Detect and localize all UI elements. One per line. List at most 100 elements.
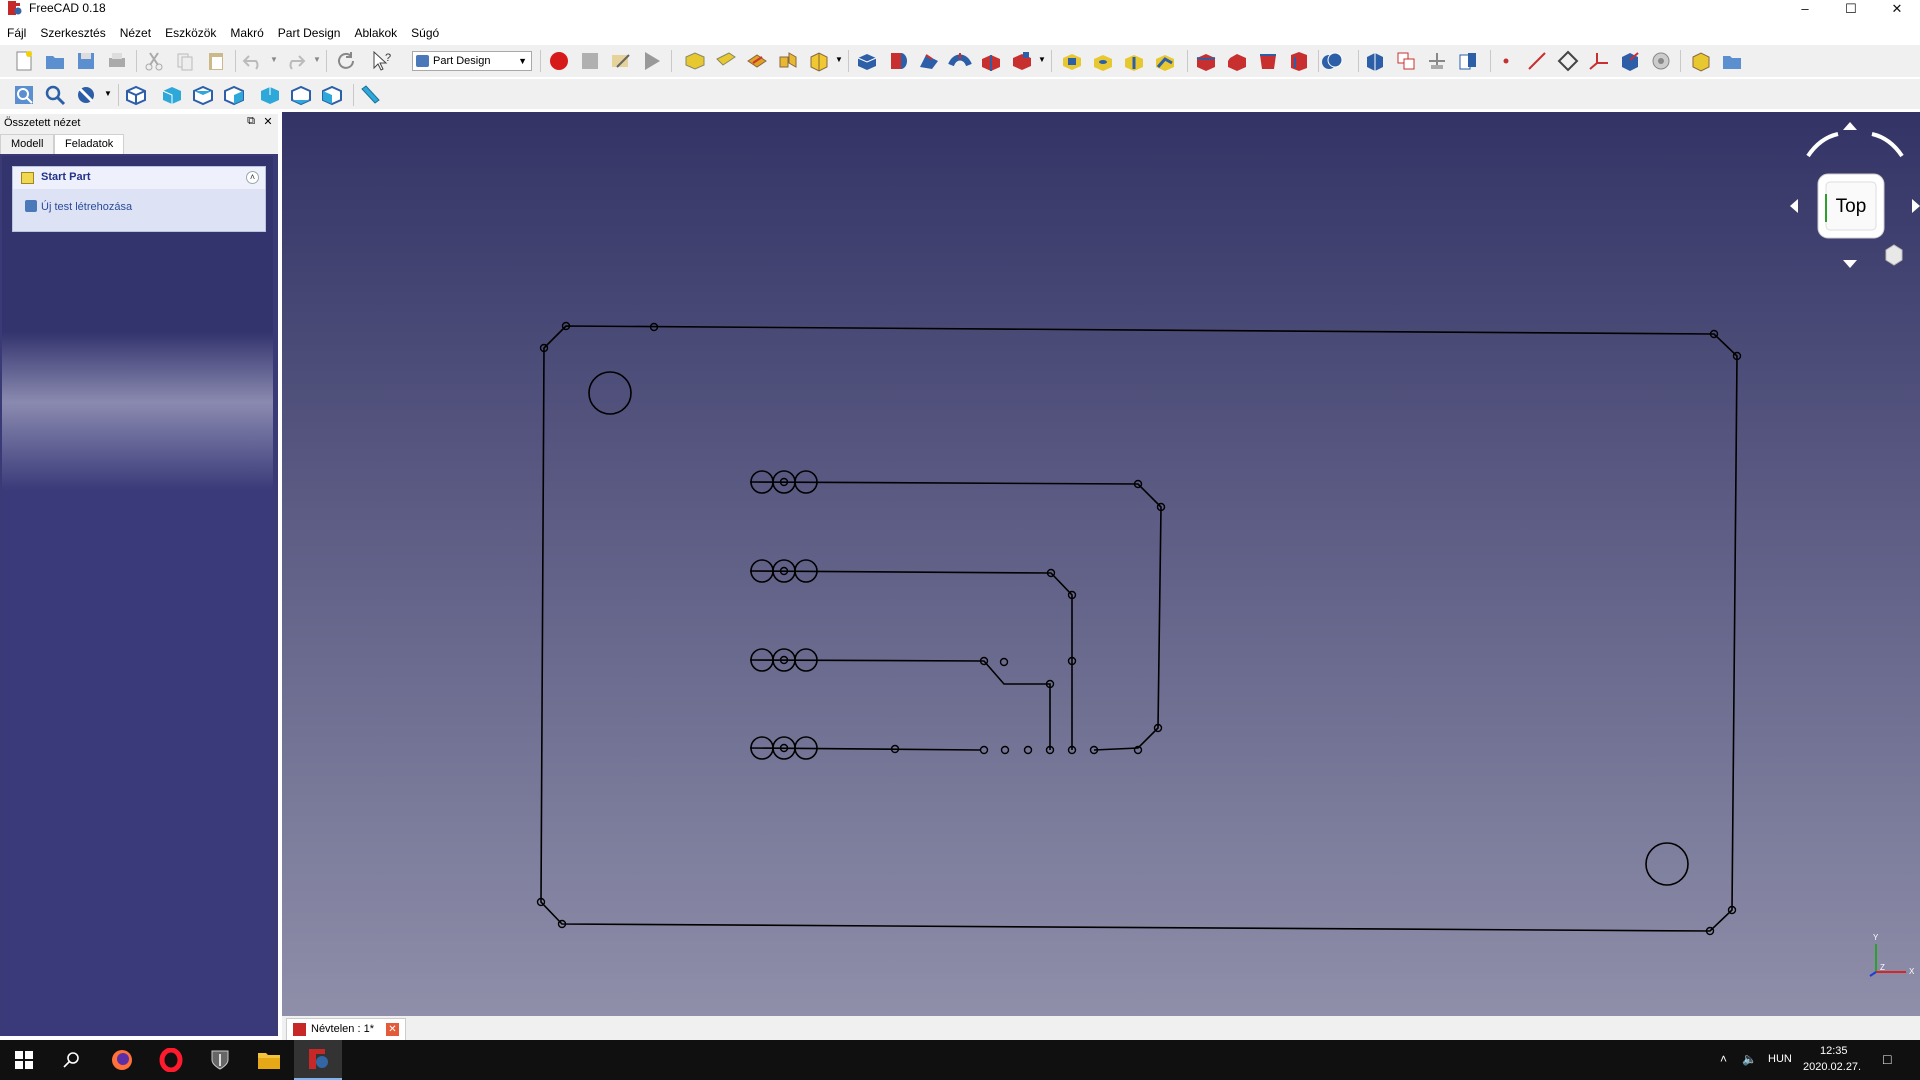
new-document-icon[interactable]: [12, 49, 36, 73]
menu-macro[interactable]: Makró: [223, 24, 270, 42]
body-dropdown-icon[interactable]: ▼: [835, 55, 843, 64]
macro-edit-icon[interactable]: [609, 49, 633, 73]
tab-model[interactable]: Modell: [0, 134, 55, 154]
redo-dropdown-icon[interactable]: ▼: [313, 55, 321, 64]
chamfer-icon[interactable]: [1225, 49, 1249, 73]
part-icon[interactable]: [1689, 49, 1713, 73]
menu-windows[interactable]: Ablakok: [347, 24, 404, 42]
top-view-icon[interactable]: [191, 83, 215, 107]
close-panel-icon[interactable]: ✕: [261, 115, 275, 128]
redo-icon[interactable]: [283, 49, 307, 73]
datum-line-icon[interactable]: [1525, 49, 1549, 73]
menu-view[interactable]: Nézet: [113, 24, 158, 42]
clone-icon[interactable]: [1649, 49, 1673, 73]
additive-loft-icon[interactable]: [917, 49, 941, 73]
left-view-icon[interactable]: [320, 83, 344, 107]
undo-dropdown-icon[interactable]: ▼: [270, 55, 278, 64]
menu-help[interactable]: Súgó: [404, 24, 446, 42]
collapse-icon[interactable]: ˄: [246, 171, 259, 184]
freecad-taskbar-button[interactable]: [294, 1040, 342, 1080]
file-explorer-taskbar-button[interactable]: [245, 1040, 293, 1080]
additive-pipe-icon[interactable]: [948, 49, 972, 73]
minimize-button[interactable]: –: [1782, 0, 1828, 17]
create-body-link[interactable]: Új test létrehozása: [25, 200, 132, 213]
show-hidden-icons-icon[interactable]: ˄: [1720, 1052, 1727, 1066]
rear-view-icon[interactable]: [258, 83, 282, 107]
open-folder-icon[interactable]: [43, 49, 67, 73]
volume-icon[interactable]: 🔈: [1742, 1052, 1757, 1066]
pad-icon[interactable]: [855, 49, 879, 73]
isometric-view-icon[interactable]: [124, 83, 148, 107]
primitive-dropdown-icon[interactable]: ▼: [1038, 55, 1046, 64]
world-of-tanks-taskbar-button[interactable]: [196, 1040, 244, 1080]
datum-plane-icon[interactable]: [1556, 49, 1580, 73]
menu-part-design[interactable]: Part Design: [271, 24, 348, 42]
menu-tools[interactable]: Eszközök: [158, 24, 223, 42]
mirrored-icon[interactable]: [1363, 49, 1387, 73]
revolution-icon[interactable]: [886, 49, 910, 73]
undo-icon[interactable]: [241, 49, 265, 73]
create-body-icon[interactable]: [683, 49, 707, 73]
close-document-icon[interactable]: ✕: [386, 1023, 399, 1036]
macro-record-icon[interactable]: [547, 49, 571, 73]
tab-tasks[interactable]: Feladatok: [54, 134, 125, 154]
search-button[interactable]: [48, 1040, 96, 1080]
macro-run-icon[interactable]: [640, 49, 664, 73]
shape-binder-icon-2[interactable]: [1618, 49, 1642, 73]
front-view-icon[interactable]: [160, 83, 184, 107]
refresh-icon[interactable]: [334, 49, 358, 73]
thickness-icon[interactable]: [1287, 49, 1311, 73]
undock-icon[interactable]: ⧉: [244, 115, 258, 128]
mirror-sketch-icon[interactable]: [776, 49, 800, 73]
draw-style-icon[interactable]: [74, 83, 98, 107]
shape-binder-icon[interactable]: [807, 49, 831, 73]
menu-file[interactable]: Fájl: [0, 24, 33, 42]
cut-icon[interactable]: [142, 49, 166, 73]
input-language[interactable]: HUN: [1768, 1053, 1792, 1065]
macro-stop-icon[interactable]: [578, 49, 602, 73]
document-tab[interactable]: Névtelen : 1* ✕: [286, 1018, 406, 1040]
close-window-button[interactable]: ✕: [1874, 0, 1920, 17]
additive-primitive-icon[interactable]: [1010, 49, 1034, 73]
draw-style-dropdown-icon[interactable]: ▼: [104, 89, 112, 98]
whats-this-icon[interactable]: ?: [370, 49, 394, 73]
additive-helix-icon[interactable]: [979, 49, 1003, 73]
sketch-geometry[interactable]: [282, 112, 1920, 1016]
draft-icon[interactable]: [1256, 49, 1280, 73]
clock-time[interactable]: 12:35: [1820, 1045, 1848, 1057]
navigation-cube[interactable]: Top: [1760, 116, 1920, 286]
fillet-icon[interactable]: [1194, 49, 1218, 73]
create-sketch-icon[interactable]: [714, 49, 738, 73]
subtractive-loft-icon[interactable]: [1153, 49, 1177, 73]
validate-sketch-icon[interactable]: [745, 49, 769, 73]
boolean-icon[interactable]: [1320, 49, 1344, 73]
opera-taskbar-button[interactable]: [147, 1040, 195, 1080]
bottom-view-icon[interactable]: [289, 83, 313, 107]
right-view-icon[interactable]: [222, 83, 246, 107]
print-icon[interactable]: [105, 49, 129, 73]
groove-icon[interactable]: [1122, 49, 1146, 73]
pocket-icon[interactable]: [1060, 49, 1084, 73]
fit-all-icon[interactable]: [12, 83, 36, 107]
paste-icon[interactable]: [204, 49, 228, 73]
datum-point-icon[interactable]: [1494, 49, 1518, 73]
maximize-button[interactable]: ☐: [1828, 0, 1874, 17]
notifications-icon[interactable]: □: [1883, 1051, 1891, 1067]
menu-edit[interactable]: Szerkesztés: [33, 24, 112, 42]
multi-transform-icon[interactable]: [1456, 49, 1480, 73]
task-box-header[interactable]: Start Part ˄: [13, 167, 265, 189]
3d-viewport[interactable]: Top Y X Z: [282, 112, 1920, 1016]
copy-icon[interactable]: [173, 49, 197, 73]
linear-pattern-icon[interactable]: [1394, 49, 1418, 73]
local-coordinate-system-icon[interactable]: [1587, 49, 1611, 73]
hole-icon[interactable]: [1091, 49, 1115, 73]
firefox-taskbar-button[interactable]: [98, 1040, 146, 1080]
polar-pattern-icon[interactable]: [1425, 49, 1449, 73]
start-button[interactable]: [0, 1040, 48, 1080]
fit-selection-icon[interactable]: [43, 83, 67, 107]
save-icon[interactable]: [74, 49, 98, 73]
clock-date[interactable]: 2020.02.27.: [1803, 1061, 1861, 1073]
group-folder-icon[interactable]: [1720, 49, 1744, 73]
workbench-selector[interactable]: Part Design ▼: [412, 51, 532, 71]
measure-distance-icon[interactable]: [358, 83, 382, 107]
